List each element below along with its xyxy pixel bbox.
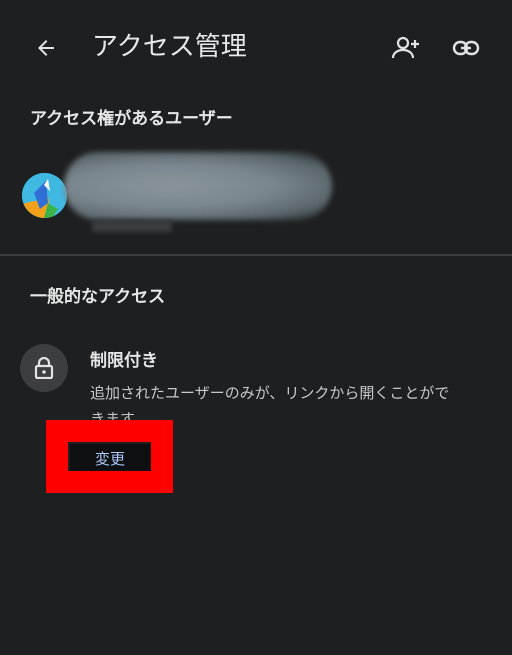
general-access-heading: 一般的なアクセス (30, 287, 166, 307)
redacted-user-email (92, 220, 172, 232)
restricted-access-badge (20, 344, 68, 392)
section-divider (0, 254, 512, 256)
change-access-button[interactable]: 変更 (70, 444, 150, 472)
top-app-bar: アクセス管理 (0, 0, 512, 96)
add-person-button[interactable] (387, 30, 425, 66)
person-add-icon (391, 36, 419, 59)
copy-link-button[interactable] (448, 30, 484, 66)
back-button[interactable] (28, 30, 64, 66)
user-list-item[interactable] (0, 150, 512, 240)
avatar (22, 173, 67, 218)
redacted-user-name (64, 152, 332, 220)
access-setting-title: 制限付き (90, 351, 158, 371)
page-title: アクセス管理 (92, 32, 247, 62)
access-setting-description: 追加されたユーザーのみが、リンクから開くことができます (90, 384, 450, 428)
link-icon (452, 40, 480, 56)
arrow-back-icon (38, 40, 54, 56)
users-with-access-heading: アクセス権があるユーザー (30, 109, 233, 129)
lock-icon (34, 357, 54, 379)
